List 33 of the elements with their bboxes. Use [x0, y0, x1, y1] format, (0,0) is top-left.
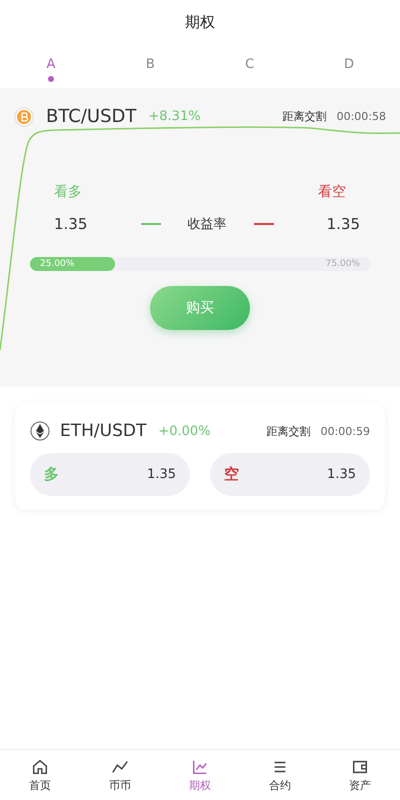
long-rate: 1.35 — [54, 215, 88, 233]
page-title: 期权 — [185, 13, 215, 32]
coin-icon — [30, 421, 50, 441]
coin-icon — [14, 106, 34, 126]
short-rate: 1.35 — [326, 215, 360, 233]
short-label: 看空 — [318, 183, 346, 201]
short-share: 75.00% — [326, 258, 360, 271]
nav-item[interactable]: 首页 — [10, 758, 70, 792]
tab[interactable]: A — [44, 57, 58, 88]
nav-item[interactable]: 期权 — [170, 758, 230, 792]
nav-item[interactable]: 币币 — [90, 758, 150, 792]
pair-name: BTC/USDT — [46, 106, 136, 127]
long-button[interactable]: 多 1.35 — [30, 453, 190, 496]
countdown-label: 距离交割 — [282, 109, 327, 124]
tab[interactable]: C — [242, 57, 257, 88]
nav-item[interactable]: 资产 — [330, 758, 390, 792]
pair-name: ETH/USDT — [60, 421, 146, 441]
legend-line — [254, 223, 274, 225]
nav-item[interactable]: 合约 — [250, 758, 310, 792]
short-button[interactable]: 空 1.35 — [210, 453, 370, 496]
chart-icon — [191, 758, 209, 776]
rate-label: 收益率 — [188, 216, 226, 233]
tab[interactable]: B — [143, 57, 158, 88]
change-percent: +0.00% — [158, 424, 211, 438]
legend-line — [140, 223, 160, 225]
countdown: 00:00:59 — [320, 424, 370, 438]
change-percent: +8.31% — [148, 109, 201, 124]
long-share: 25.00% — [40, 258, 74, 271]
countdown: 00:00:58 — [336, 110, 386, 123]
long-label: 看多 — [54, 183, 82, 201]
tab[interactable]: D — [342, 57, 356, 88]
home-icon — [31, 758, 49, 776]
countdown-label: 距离交割 — [266, 424, 311, 438]
